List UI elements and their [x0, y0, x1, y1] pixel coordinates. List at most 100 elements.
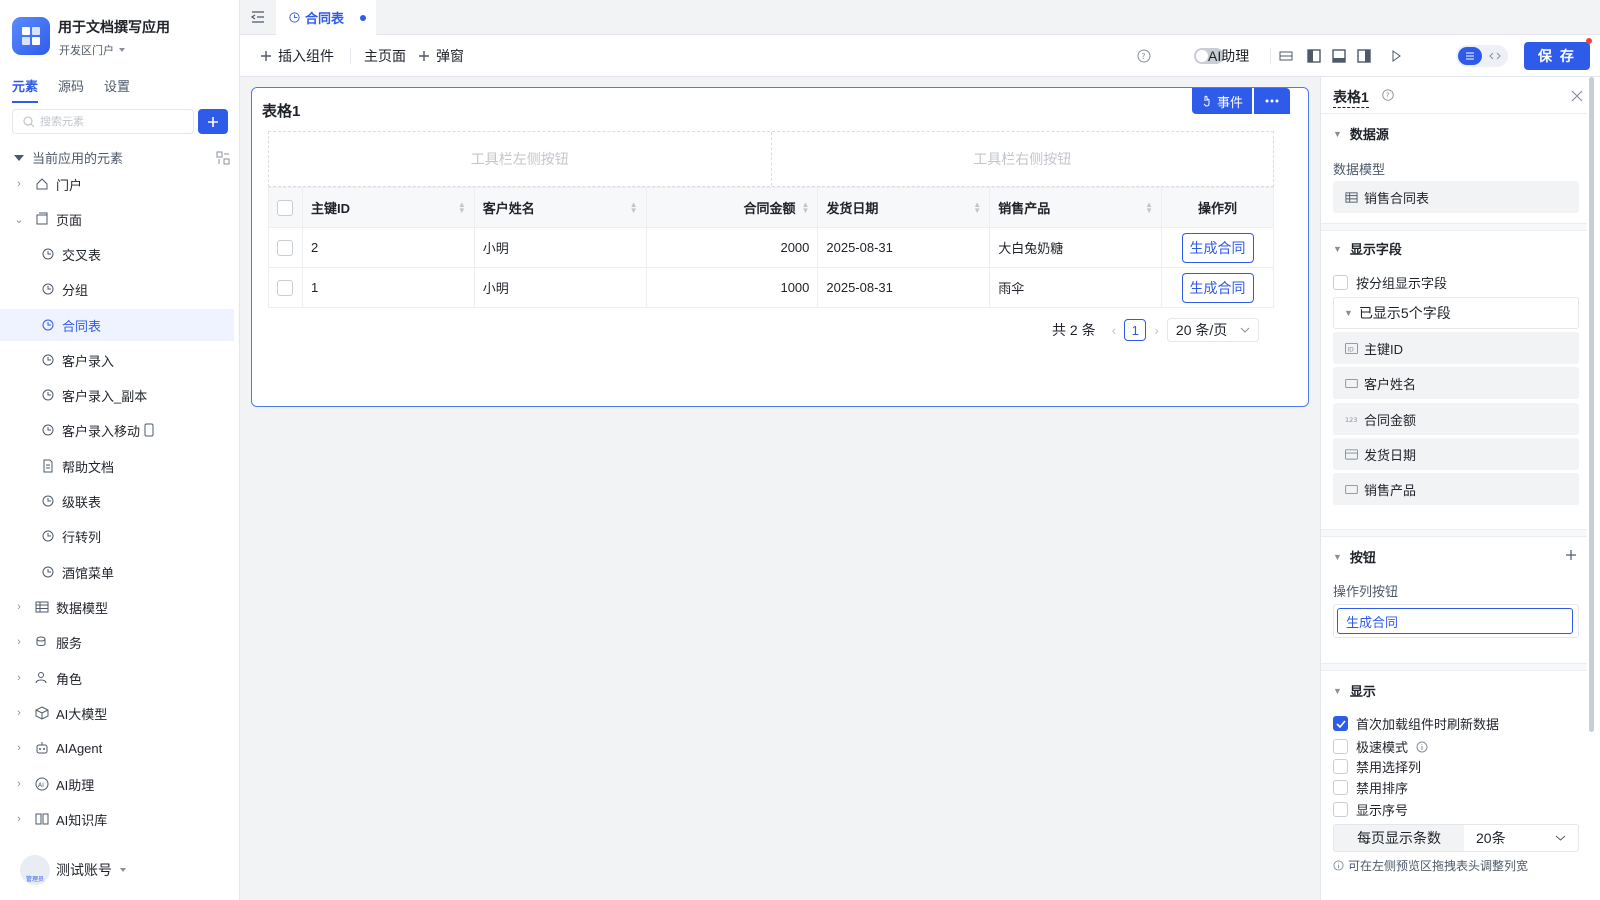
row-checkbox[interactable]	[277, 239, 293, 256]
option-fast-mode[interactable]: 极速模式	[1333, 737, 1428, 756]
help-icon[interactable]: ?	[1136, 48, 1152, 64]
table-component[interactable]: 表格1 事件 工具栏左侧按钮 工具栏右侧按钮 主键ID ▲ ▼ 客户姓名 ▲ ▼ 合同金…	[251, 87, 1309, 407]
layout-icon[interactable]	[1278, 48, 1294, 64]
env-selector[interactable]: 开发区门户	[59, 42, 127, 58]
prev-page-icon[interactable]: ‹	[1112, 322, 1117, 338]
toolbar-left-slot[interactable]: 工具栏左侧按钮	[269, 132, 772, 186]
action-button-item[interactable]: 生成合同	[1337, 608, 1573, 634]
add-element-button[interactable]	[198, 109, 228, 134]
popup-button[interactable]: 弹窗	[418, 46, 464, 66]
page-size-select[interactable]: 20条	[1464, 825, 1578, 851]
sidebar-item-portal[interactable]: › 门户	[0, 168, 234, 200]
sidebar-item-help-doc[interactable]: 帮助文档	[0, 450, 234, 482]
field-item[interactable]: 发货日期	[1333, 438, 1579, 470]
sort-icon[interactable]: ▲ ▼	[973, 200, 981, 214]
tab-elements[interactable]: 元素	[12, 76, 39, 103]
component-name[interactable]: 表格1	[1333, 87, 1369, 108]
preview-play-icon[interactable]	[1388, 48, 1404, 64]
page-size-select[interactable]: 20 条/页	[1166, 318, 1259, 342]
sidebar-item-ai-assistant[interactable]: › AI AI助理	[0, 768, 234, 800]
sort-icon[interactable]: ▲ ▼	[801, 200, 809, 214]
add-button-icon[interactable]	[1565, 549, 1577, 561]
column-header[interactable]: 合同金额 ▲ ▼	[645, 187, 819, 228]
section-display[interactable]: ▼ 显示	[1333, 681, 1376, 700]
column-header[interactable]: 发货日期 ▲ ▼	[817, 187, 991, 228]
tab-contract-table[interactable]: 合同表	[276, 0, 376, 35]
sidebar-item-customer-entry-mobile[interactable]: 客户录入移动	[0, 414, 234, 446]
sidebar-item-crosstab[interactable]: 交叉表	[0, 238, 234, 270]
sort-icon[interactable]: ▲ ▼	[458, 200, 466, 214]
checkbox[interactable]	[1333, 275, 1348, 290]
toolbar-right-slot[interactable]: 工具栏右侧按钮	[772, 132, 1274, 186]
sort-icon[interactable]: ▲ ▼	[1145, 200, 1153, 214]
field-item[interactable]: 123 合同金额	[1333, 403, 1579, 435]
sidebar-item-customer-entry-copy[interactable]: 客户录入_副本	[0, 379, 234, 411]
column-header[interactable]: 主键ID ▲ ▼	[301, 187, 475, 228]
left-panel-icon[interactable]	[1306, 48, 1322, 64]
sidebar-item-role[interactable]: › 角色	[0, 662, 234, 694]
option-refresh-on-load[interactable]: 首次加载组件时刷新数据	[1333, 714, 1499, 733]
tree-header[interactable]: 当前应用的元素	[12, 148, 230, 167]
column-header[interactable]: 销售产品 ▲ ▼	[989, 187, 1162, 228]
sidebar-item-tavern-menu[interactable]: 酒馆菜单	[0, 556, 234, 588]
sidebar-item-ai-model[interactable]: › AI大模型	[0, 697, 234, 729]
sidebar-item-group[interactable]: 分组	[0, 273, 234, 305]
page-number[interactable]: 1	[1124, 319, 1147, 341]
design-mode-icon[interactable]	[1458, 47, 1482, 65]
checkbox[interactable]	[1333, 739, 1348, 754]
panel-scrollbar[interactable]	[1589, 77, 1594, 732]
code-mode-icon[interactable]	[1484, 47, 1506, 65]
info-icon[interactable]	[1416, 741, 1428, 753]
checkbox[interactable]	[1333, 780, 1348, 795]
right-panel-icon[interactable]	[1356, 48, 1372, 64]
user-menu[interactable]: 管理员 测试账号	[20, 855, 128, 885]
shown-fields-header[interactable]: ▼ 已显示5个字段	[1333, 297, 1579, 329]
element-search[interactable]	[12, 109, 194, 134]
event-button[interactable]: 事件	[1192, 88, 1252, 114]
design-code-switch[interactable]	[1456, 45, 1508, 67]
group-display-option[interactable]: 按分组显示字段	[1333, 273, 1447, 292]
field-item[interactable]: ID 主键ID	[1333, 332, 1579, 364]
close-icon[interactable]	[1571, 90, 1583, 102]
checkbox[interactable]	[1333, 802, 1348, 817]
field-item[interactable]: 销售产品	[1333, 473, 1579, 505]
section-datasource[interactable]: ▼ 数据源	[1333, 124, 1389, 143]
save-button[interactable]: 保 存	[1524, 42, 1590, 70]
table-row[interactable]: 1 小明 1000 2025-08-31 雨伞 生成合同	[268, 267, 1274, 308]
sidebar-item-service[interactable]: › 服务	[0, 626, 234, 658]
sidebar-item-pivot[interactable]: 行转列	[0, 520, 234, 552]
field-item[interactable]: 客户姓名	[1333, 367, 1579, 399]
tab-settings[interactable]: 设置	[104, 76, 130, 103]
bottom-panel-icon[interactable]	[1331, 48, 1347, 64]
option-disable-select[interactable]: 禁用选择列	[1333, 757, 1421, 776]
generate-contract-button[interactable]: 生成合同	[1181, 272, 1254, 303]
sidebar-item-ai-agent[interactable]: › AIAgent	[0, 732, 234, 764]
main-page-button[interactable]: 主页面	[364, 46, 406, 66]
checkbox-checked[interactable]	[1333, 716, 1348, 731]
locate-icon[interactable]	[216, 151, 230, 165]
column-header[interactable]: 客户姓名 ▲ ▼	[473, 187, 647, 228]
option-disable-sort[interactable]: 禁用排序	[1333, 778, 1408, 797]
sidebar-item-customer-entry[interactable]: 客户录入	[0, 344, 234, 376]
insert-component-button[interactable]: 插入组件	[260, 46, 334, 66]
tab-source[interactable]: 源码	[58, 76, 84, 103]
more-options-button[interactable]	[1254, 88, 1290, 114]
search-input[interactable]	[40, 115, 180, 128]
sidebar-item-contract-table[interactable]: 合同表	[0, 309, 234, 341]
select-all-checkbox[interactable]	[277, 199, 293, 216]
option-show-index[interactable]: 显示序号	[1333, 800, 1408, 819]
sidebar-item-pages[interactable]: ⌄ 页面	[0, 203, 234, 235]
collapse-sidebar-icon[interactable]	[250, 9, 266, 25]
sidebar-item-cascade[interactable]: 级联表	[0, 485, 234, 517]
table-row[interactable]: 2 小明 2000 2025-08-31 大白兔奶糖 生成合同	[268, 227, 1274, 268]
row-checkbox[interactable]	[277, 279, 293, 296]
checkbox[interactable]	[1333, 759, 1348, 774]
sidebar-item-ai-knowledge[interactable]: › AI知识库	[0, 803, 234, 835]
data-model-select[interactable]: 销售合同表	[1333, 181, 1579, 213]
help-icon[interactable]: ?	[1381, 88, 1395, 102]
section-buttons[interactable]: ▼ 按钮	[1333, 547, 1376, 566]
generate-contract-button[interactable]: 生成合同	[1181, 232, 1254, 263]
sort-icon[interactable]: ▲ ▼	[630, 200, 638, 214]
section-fields[interactable]: ▼ 显示字段	[1333, 239, 1402, 258]
next-page-icon[interactable]: ›	[1154, 322, 1159, 338]
